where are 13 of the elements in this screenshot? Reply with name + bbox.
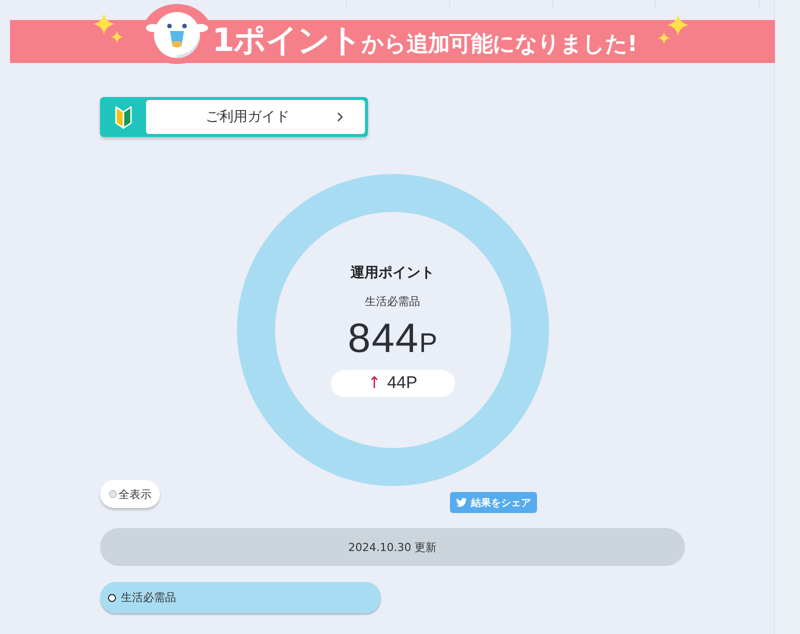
guide-button[interactable]: ご利用ガイド (100, 97, 368, 137)
change-arrow: ↑ (368, 373, 382, 393)
show-all-button[interactable]: 全表示 (100, 480, 160, 508)
banner-text: 1ポイントから追加可能になりました! (212, 20, 637, 61)
update-date-bar: 2024.10.30 更新 (100, 528, 685, 566)
change-amount: 44P (387, 373, 418, 393)
chevron-right-icon (337, 112, 343, 122)
legend-item[interactable]: 生活必需品 (100, 582, 381, 613)
beginner-leaf-icon (114, 106, 132, 128)
bird-icon (456, 498, 467, 507)
category-label: 生活必需品 (365, 294, 420, 308)
points-title: 運用ポイント (350, 264, 434, 282)
points-value: 844P (348, 316, 438, 362)
